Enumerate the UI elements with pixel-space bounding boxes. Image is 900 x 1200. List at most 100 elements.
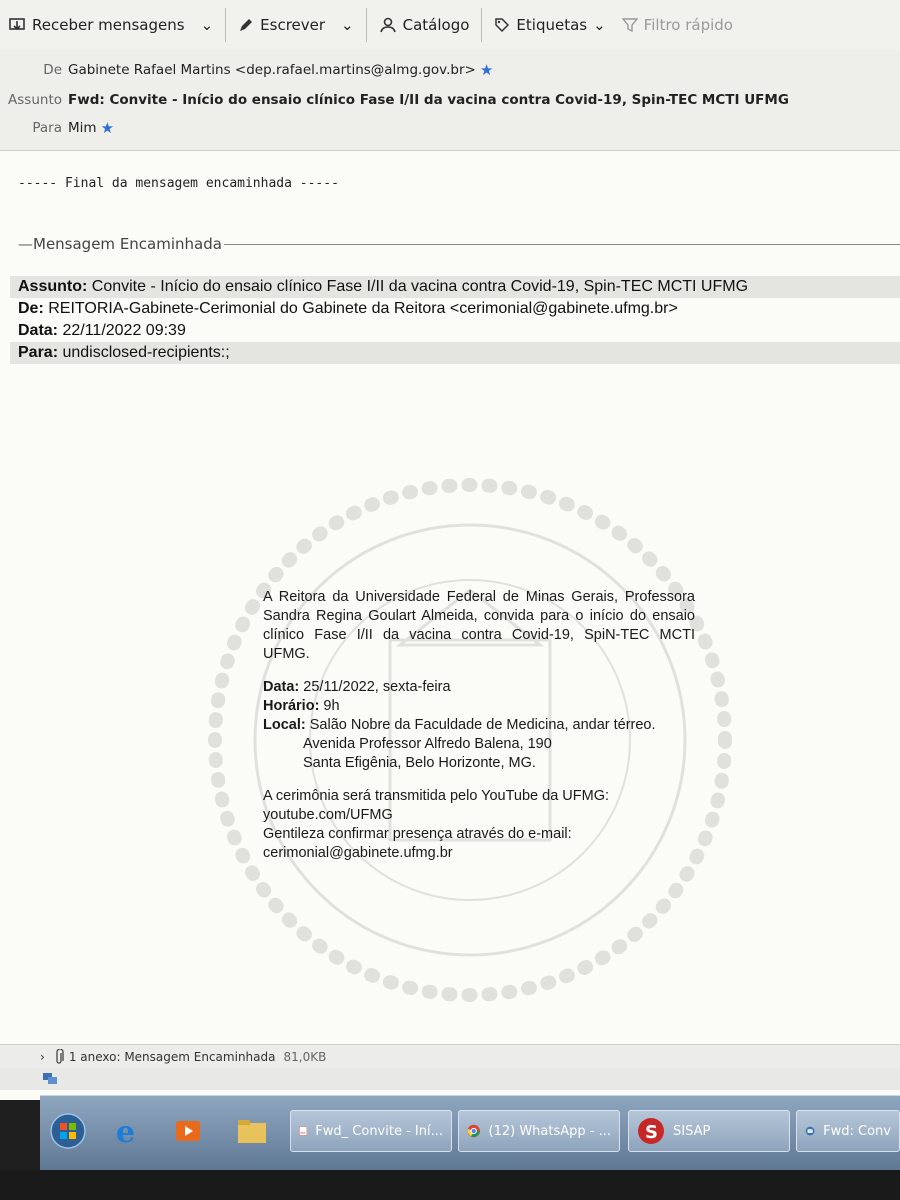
event-time-label: Horário: <box>263 698 320 714</box>
forwarded-from-row: De: REITORIA-Gabinete-Cerimonial do Gabi… <box>10 298 900 320</box>
monitor-bottom-bezel <box>0 1170 900 1200</box>
address-book-icon <box>379 16 397 34</box>
get-messages-dropdown[interactable]: ⌄ <box>193 8 222 42</box>
event-date-label: Data: <box>263 679 300 695</box>
windows-taskbar: e PDF Fwd_ Convite - Iní... (12) WhatsAp… <box>40 1095 900 1171</box>
pdf-icon: PDF <box>299 1126 308 1136</box>
divider-rule <box>223 243 900 245</box>
forwarded-subject-row: Assunto: Convite - Início do ensaio clín… <box>10 276 900 298</box>
paperclip-icon <box>53 1049 65 1065</box>
task-label: Fwd: Conv <box>823 1123 891 1139</box>
event-date-line: Data: 25/11/2022, sexta-feira <box>263 678 695 697</box>
attachment-label[interactable]: 1 anexo: Mensagem Encaminhada <box>69 1050 276 1064</box>
event-place-line: Local: Salão Nobre da Faculdade de Medic… <box>263 716 695 735</box>
message-header: De Gabinete Rafael Martins <dep.rafael.m… <box>0 50 900 151</box>
subject-label: Assunto <box>8 92 62 108</box>
write-dropdown[interactable]: ⌄ <box>333 8 362 42</box>
header-subject-row: Assunto Fwd: Convite - Início do ensaio … <box>0 88 789 112</box>
forwarded-date-row: Data: 22/11/2022 09:39 <box>10 320 900 342</box>
chevron-down-icon: ⌄ <box>200 16 214 34</box>
forwarded-title: Mensagem Encaminhada <box>33 235 222 253</box>
tag-icon <box>494 17 510 33</box>
taskbar-task-email[interactable]: Fwd: Conv <box>796 1110 900 1152</box>
toolbar-separator <box>365 8 367 42</box>
inbox-download-icon <box>8 16 26 34</box>
toolbar: Receber mensagens ⌄ Escrever ⌄ Catálogo <box>0 0 900 51</box>
catalog-button[interactable]: Catálogo <box>371 8 478 42</box>
svg-text:e: e <box>116 1115 135 1147</box>
star-icon[interactable]: ★ <box>480 61 493 79</box>
stream-link[interactable]: youtube.com/UFMG <box>263 806 695 825</box>
forwarded-from-value[interactable]: REITORIA-Gabinete-Cerimonial do Gabinete… <box>44 300 678 317</box>
forwarded-date-label: Data: <box>18 322 59 339</box>
chrome-icon <box>467 1124 480 1138</box>
taskbar-task-pdf[interactable]: PDF Fwd_ Convite - Iní... <box>290 1110 452 1152</box>
get-messages-button[interactable]: Receber mensagens <box>0 8 193 42</box>
confirm-text: Gentileza confirmar presença através do … <box>263 826 572 842</box>
chevron-right-icon[interactable]: › <box>40 1050 45 1064</box>
event-time-value: 9h <box>319 698 340 714</box>
svg-text:S: S <box>645 1122 658 1143</box>
taskbar-task-whatsapp[interactable]: (12) WhatsApp - ... <box>458 1110 620 1152</box>
event-address-line: Avenida Professor Alfredo Balena, 190 <box>303 736 552 752</box>
taskbar-task-sisap[interactable]: S SISAP <box>628 1110 790 1152</box>
toolbar-separator <box>481 8 483 42</box>
to-value[interactable]: Mim <box>68 120 97 136</box>
sisap-app-icon: S <box>638 1118 664 1144</box>
status-bar <box>0 1068 900 1090</box>
header-from-row: De Gabinete Rafael Martins <dep.rafael.m… <box>0 58 493 82</box>
to-label: Para <box>32 120 62 136</box>
file-explorer-icon[interactable] <box>232 1111 272 1151</box>
header-to-row: Para Mim ★ <box>0 116 114 140</box>
from-label: De <box>43 62 62 78</box>
attachment-bar[interactable]: › 1 anexo: Mensagem Encaminhada 81,0KB <box>0 1044 900 1069</box>
quick-filter-label: Filtro rápido <box>643 16 733 34</box>
forwarded-subject-label: Assunto: <box>18 278 88 295</box>
event-place-label: Local: <box>263 717 306 733</box>
event-place-value: Salão Nobre da Faculdade de Medicina, an… <box>305 717 656 733</box>
get-messages-label: Receber mensagens <box>32 16 185 34</box>
divider-dash: — <box>18 235 33 253</box>
media-player-icon[interactable] <box>168 1111 208 1151</box>
stream-text: A cerimônia será transmitida pelo YouTub… <box>263 788 610 804</box>
invitation-intro: A Reitora da Universidade Federal de Min… <box>263 589 695 662</box>
online-status-icon[interactable] <box>42 1072 58 1086</box>
tags-button[interactable]: Etiquetas ⌄ <box>486 8 613 42</box>
tags-label: Etiquetas <box>516 16 588 34</box>
attachment-size: 81,0KB <box>283 1050 327 1064</box>
forwarded-divider: — Mensagem Encaminhada <box>18 234 900 254</box>
pencil-icon <box>238 17 254 33</box>
start-button[interactable] <box>48 1111 88 1151</box>
forwarded-to-row: Para: undisclosed-recipients:; <box>10 342 900 364</box>
forwarded-to-value: undisclosed-recipients:; <box>58 344 230 361</box>
catalog-label: Catálogo <box>402 16 470 34</box>
star-icon[interactable]: ★ <box>101 119 114 137</box>
end-forward-marker: ----- Final da mensagem encaminhada ----… <box>18 176 339 191</box>
confirm-email-link[interactable]: cerimonial@gabinete.ufmg.br <box>263 844 695 863</box>
event-time-line: Horário: 9h <box>263 697 695 716</box>
forwarded-headers: Assunto: Convite - Início do ensaio clín… <box>10 276 900 364</box>
subject-value: Fwd: Convite - Início do ensaio clínico … <box>68 92 789 108</box>
internet-explorer-icon[interactable]: e <box>108 1111 148 1151</box>
event-date-value: 25/11/2022, sexta-feira <box>299 679 451 695</box>
task-label: SISAP <box>673 1123 711 1139</box>
toolbar-separator <box>225 8 227 42</box>
forwarded-from-label: De: <box>18 300 44 317</box>
event-city-line: Santa Efigênia, Belo Horizonte, MG. <box>303 755 536 771</box>
forwarded-subject-value: Convite - Início do ensaio clínico Fase … <box>87 278 749 295</box>
forwarded-to-label: Para: <box>18 344 59 361</box>
chevron-down-icon: ⌄ <box>593 16 606 34</box>
write-label: Escrever <box>260 16 326 34</box>
quick-filter-button[interactable]: Filtro rápido <box>614 8 741 42</box>
invitation-body: A Reitora da Universidade Federal de Min… <box>263 588 695 863</box>
email-window: Receber mensagens ⌄ Escrever ⌄ Catálogo <box>0 0 900 1100</box>
write-button[interactable]: Escrever <box>230 8 333 42</box>
task-label: (12) WhatsApp - ... <box>488 1123 612 1139</box>
chevron-down-icon: ⌄ <box>341 16 354 34</box>
windows-logo-icon <box>50 1113 86 1149</box>
funnel-icon <box>621 17 638 33</box>
from-value[interactable]: Gabinete Rafael Martins <dep.rafael.mart… <box>68 62 476 78</box>
task-label: Fwd_ Convite - Iní... <box>315 1123 443 1139</box>
forwarded-date-value: 22/11/2022 09:39 <box>58 322 186 339</box>
mail-client-icon <box>805 1126 815 1136</box>
